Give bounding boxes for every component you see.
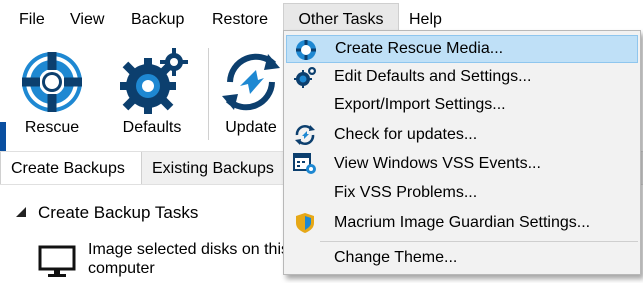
other-tasks-dropdown: Create Rescue Media... Edit Defaults and…	[283, 30, 641, 275]
tab-create-backups[interactable]: Create Backups	[0, 152, 142, 185]
tab-existing-backups[interactable]: Existing Backups	[142, 152, 284, 185]
update-label: Update	[225, 119, 277, 136]
rescue-label: Rescue	[24, 119, 80, 136]
menu-file[interactable]: File	[19, 8, 45, 32]
monitor-icon	[38, 245, 78, 283]
group-header[interactable]: Create Backup Tasks	[16, 203, 198, 223]
lifebuoy-icon	[10, 46, 94, 118]
lifebuoy-icon	[293, 38, 319, 62]
menu-item-label: Change Theme...	[334, 249, 458, 266]
menu-separator	[320, 241, 638, 242]
gears-icon	[108, 46, 196, 118]
accent-bar	[0, 122, 6, 151]
menu-help[interactable]: Help	[409, 8, 442, 32]
menu-item-create-rescue-media[interactable]: Create Rescue Media...	[286, 35, 638, 63]
menu-item-change-theme[interactable]: Change Theme...	[286, 244, 636, 272]
group-title: Create Backup Tasks	[38, 203, 199, 222]
menu-view[interactable]: View	[70, 8, 104, 32]
task-label: Image selected disks on this computer	[88, 241, 289, 277]
menu-restore[interactable]: Restore	[212, 8, 268, 32]
menu-item-label: View Windows VSS Events...	[334, 155, 541, 172]
menu-item-label: Edit Defaults and Settings...	[334, 68, 532, 85]
refresh-icon	[216, 46, 286, 118]
defaults-label: Defaults	[122, 119, 182, 136]
ribbon-separator	[208, 48, 209, 140]
menu-item-image-guardian[interactable]: Macrium Image Guardian Settings...	[286, 209, 636, 237]
menu-item-label: Create Rescue Media...	[335, 40, 504, 57]
menu-item-label: Fix VSS Problems...	[334, 184, 478, 201]
gears-icon	[292, 65, 318, 89]
menu-item-export-import[interactable]: Export/Import Settings...	[286, 91, 636, 119]
menu-item-label: Check for updates...	[334, 126, 478, 143]
menu-item-fix-vss[interactable]: Fix VSS Problems...	[286, 179, 636, 207]
menu-item-view-vss-events[interactable]: View Windows VSS Events...	[286, 150, 636, 178]
shield-icon	[292, 211, 318, 235]
menu-item-check-updates[interactable]: Check for updates...	[286, 121, 636, 149]
menu-backup[interactable]: Backup	[131, 8, 184, 32]
calendar-gear-icon	[292, 152, 318, 176]
collapse-triangle-icon[interactable]	[16, 207, 26, 217]
refresh-icon	[292, 123, 318, 147]
defaults-button[interactable]: Defaults	[108, 38, 196, 148]
menu-item-edit-defaults[interactable]: Edit Defaults and Settings...	[286, 63, 636, 91]
rescue-button[interactable]: Rescue	[10, 38, 94, 148]
update-button[interactable]: Update	[216, 38, 286, 148]
menu-item-label: Macrium Image Guardian Settings...	[334, 214, 591, 231]
menu-item-label: Export/Import Settings...	[334, 96, 506, 113]
